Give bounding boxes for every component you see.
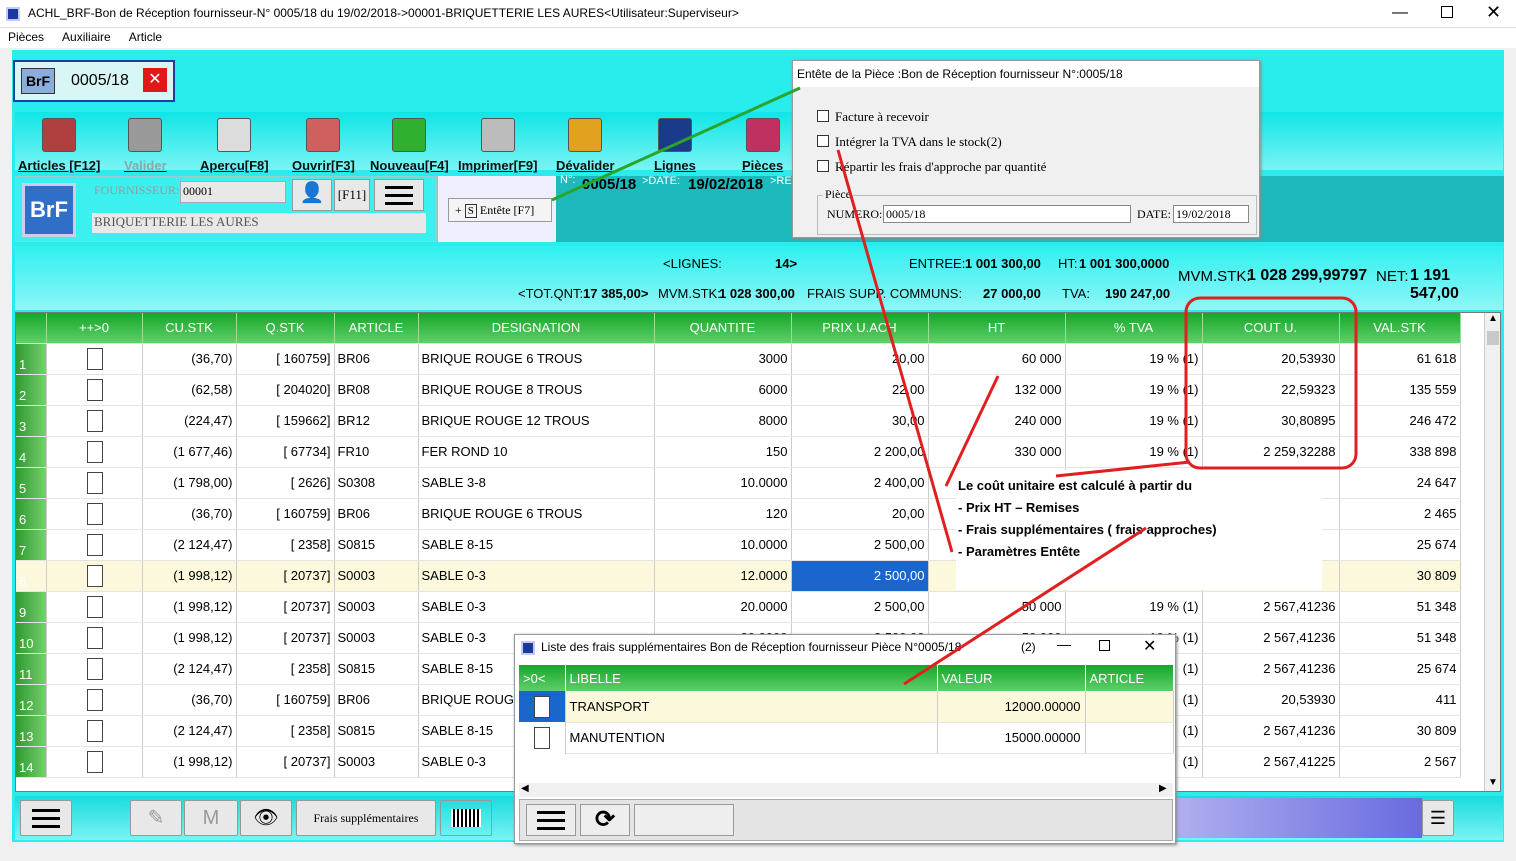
annotation-overlay <box>551 86 1358 686</box>
arrow-to-frais <box>903 526 1147 686</box>
entete-link-line <box>551 86 801 202</box>
arrow-to-entete <box>836 149 954 553</box>
cout-highlight-box <box>1184 296 1358 470</box>
arrow-to-cout <box>1055 460 1191 478</box>
arrow-to-ht <box>944 375 1000 487</box>
